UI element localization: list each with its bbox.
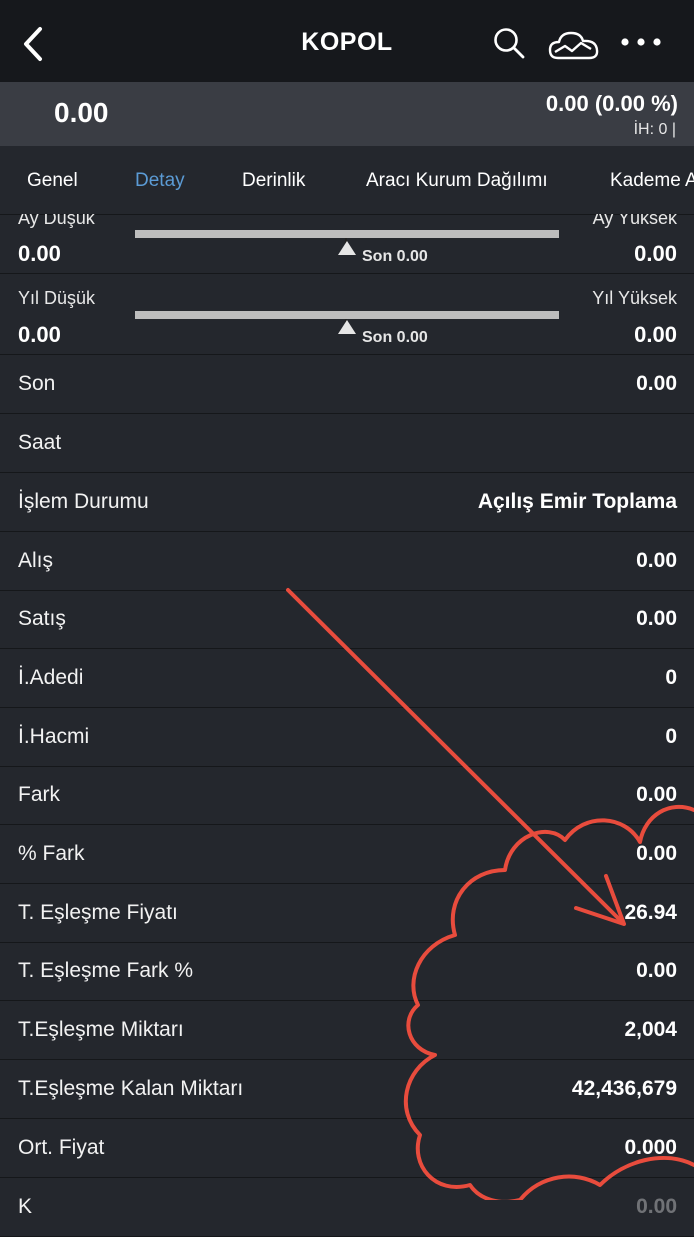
detail-row-yuzde-fark: % Fark 0.00 xyxy=(0,825,694,884)
row-label: İ.Hacmi xyxy=(18,725,90,748)
tab-kademe[interactable]: Kademe A xyxy=(610,170,694,192)
search-button[interactable] xyxy=(492,26,526,65)
year-low-value: 0.00 xyxy=(18,322,61,347)
row-value: 0.00 xyxy=(636,1195,677,1218)
month-range-slider xyxy=(135,230,559,248)
row-label: T. Eşleşme Fiyatı xyxy=(18,901,178,924)
row-value: 0.00 xyxy=(636,959,677,982)
year-son-label: Son 0.00 xyxy=(362,329,428,346)
detail-row-saat: Saat xyxy=(0,414,694,473)
row-label: Alış xyxy=(18,549,54,572)
row-label: Satış xyxy=(18,607,66,630)
cloud-chart-button[interactable] xyxy=(548,28,600,67)
month-high-label: Ay Yüksek xyxy=(592,214,677,228)
year-range-row: Yıl Düşük 0.00 Son 0.00 Yıl Yüksek 0.00 xyxy=(0,274,694,355)
ih-indicator: İH: 0 | xyxy=(633,121,676,138)
tab-derinlik[interactable]: Derinlik xyxy=(242,170,305,192)
month-low-value: 0.00 xyxy=(18,241,61,266)
month-high-value: 0.00 xyxy=(634,241,677,266)
month-slider-thumb xyxy=(338,241,356,255)
detail-row-ort-fiyat: Ort. Fiyat 0.000 xyxy=(0,1119,694,1178)
row-value: 0.00 xyxy=(636,783,677,806)
row-value: 42,436,679 xyxy=(571,1077,677,1100)
row-label: T.Eşleşme Kalan Miktarı xyxy=(18,1077,244,1100)
detail-row-satis: Satış 0.00 xyxy=(0,590,694,649)
row-value: 0.000 xyxy=(624,1136,677,1159)
row-value: 26.94 xyxy=(624,901,677,924)
row-label: Fark xyxy=(18,783,60,806)
row-value: 0.00 xyxy=(636,842,677,865)
row-label: T. Eşleşme Fark % xyxy=(18,959,194,982)
tab-bar: Genel Detay Derinlik Aracı Kurum Dağılım… xyxy=(0,146,694,215)
year-range-slider xyxy=(135,311,559,329)
cloud-chart-icon xyxy=(548,31,599,60)
more-button[interactable] xyxy=(620,34,662,55)
row-label: İşlem Durumu xyxy=(18,490,149,513)
price-change: 0.00 (0.00 %) xyxy=(545,91,678,116)
row-value: 0.00 xyxy=(636,607,677,630)
detail-row-partial: K 0.00 xyxy=(0,1178,694,1237)
detail-row-t-eslesme-miktari: T.Eşleşme Miktarı 2,004 xyxy=(0,1001,694,1060)
top-bar: KOPOL xyxy=(0,0,694,82)
search-icon xyxy=(494,28,525,59)
month-son-label: Son 0.00 xyxy=(362,248,428,265)
row-value: Açılış Emir Toplama xyxy=(477,490,677,513)
row-label: K xyxy=(18,1195,33,1218)
detail-row-t-eslesme-kalan-miktari: T.Eşleşme Kalan Miktarı 42,436,679 xyxy=(0,1060,694,1119)
tab-detay[interactable]: Detay xyxy=(135,170,185,192)
row-value: 0 xyxy=(665,666,677,689)
row-value: 0 xyxy=(665,725,677,748)
year-low-label: Yıl Düşük xyxy=(18,288,96,308)
tab-araci-kurum[interactable]: Aracı Kurum Dağılımı xyxy=(366,170,548,192)
row-value: 0.00 xyxy=(636,372,677,395)
detail-row-t-eslesme-fark: T. Eşleşme Fark % 0.00 xyxy=(0,942,694,1001)
detail-row-alis: Alış 0.00 xyxy=(0,532,694,591)
row-label: % Fark xyxy=(18,842,85,865)
detail-row-islem-adedi: İ.Adedi 0 xyxy=(0,649,694,708)
year-high-value: 0.00 xyxy=(634,322,677,347)
detail-row-islem-durumu: İşlem Durumu Açılış Emir Toplama xyxy=(0,473,694,532)
row-label: Ort. Fiyat xyxy=(18,1136,105,1159)
tab-genel[interactable]: Genel xyxy=(27,170,78,192)
row-value: 2,004 xyxy=(624,1018,677,1041)
more-icon xyxy=(621,38,661,46)
year-high-label: Yıl Yüksek xyxy=(592,288,677,308)
row-label: T.Eşleşme Miktarı xyxy=(18,1018,184,1041)
row-value: 0.00 xyxy=(636,549,677,572)
detail-row-islem-hacmi: İ.Hacmi 0 xyxy=(0,708,694,767)
price-summary: 0.00 0.00 (0.00 %) İH: 0 | xyxy=(0,82,694,146)
detail-row-son: Son 0.00 xyxy=(0,355,694,414)
year-slider-thumb xyxy=(338,320,356,334)
row-label: Saat xyxy=(18,431,62,454)
row-label: Son xyxy=(18,372,56,395)
month-range-row: Ay Düşük 0.00 Son 0.00 Ay Yüksek 0.00 xyxy=(0,214,694,274)
last-price: 0.00 xyxy=(54,97,109,128)
month-low-label: Ay Düşük xyxy=(18,214,95,228)
detail-row-t-eslesme-fiyati: T. Eşleşme Fiyatı 26.94 xyxy=(0,884,694,943)
row-label: İ.Adedi xyxy=(18,666,84,689)
detail-row-fark: Fark 0.00 xyxy=(0,766,694,825)
